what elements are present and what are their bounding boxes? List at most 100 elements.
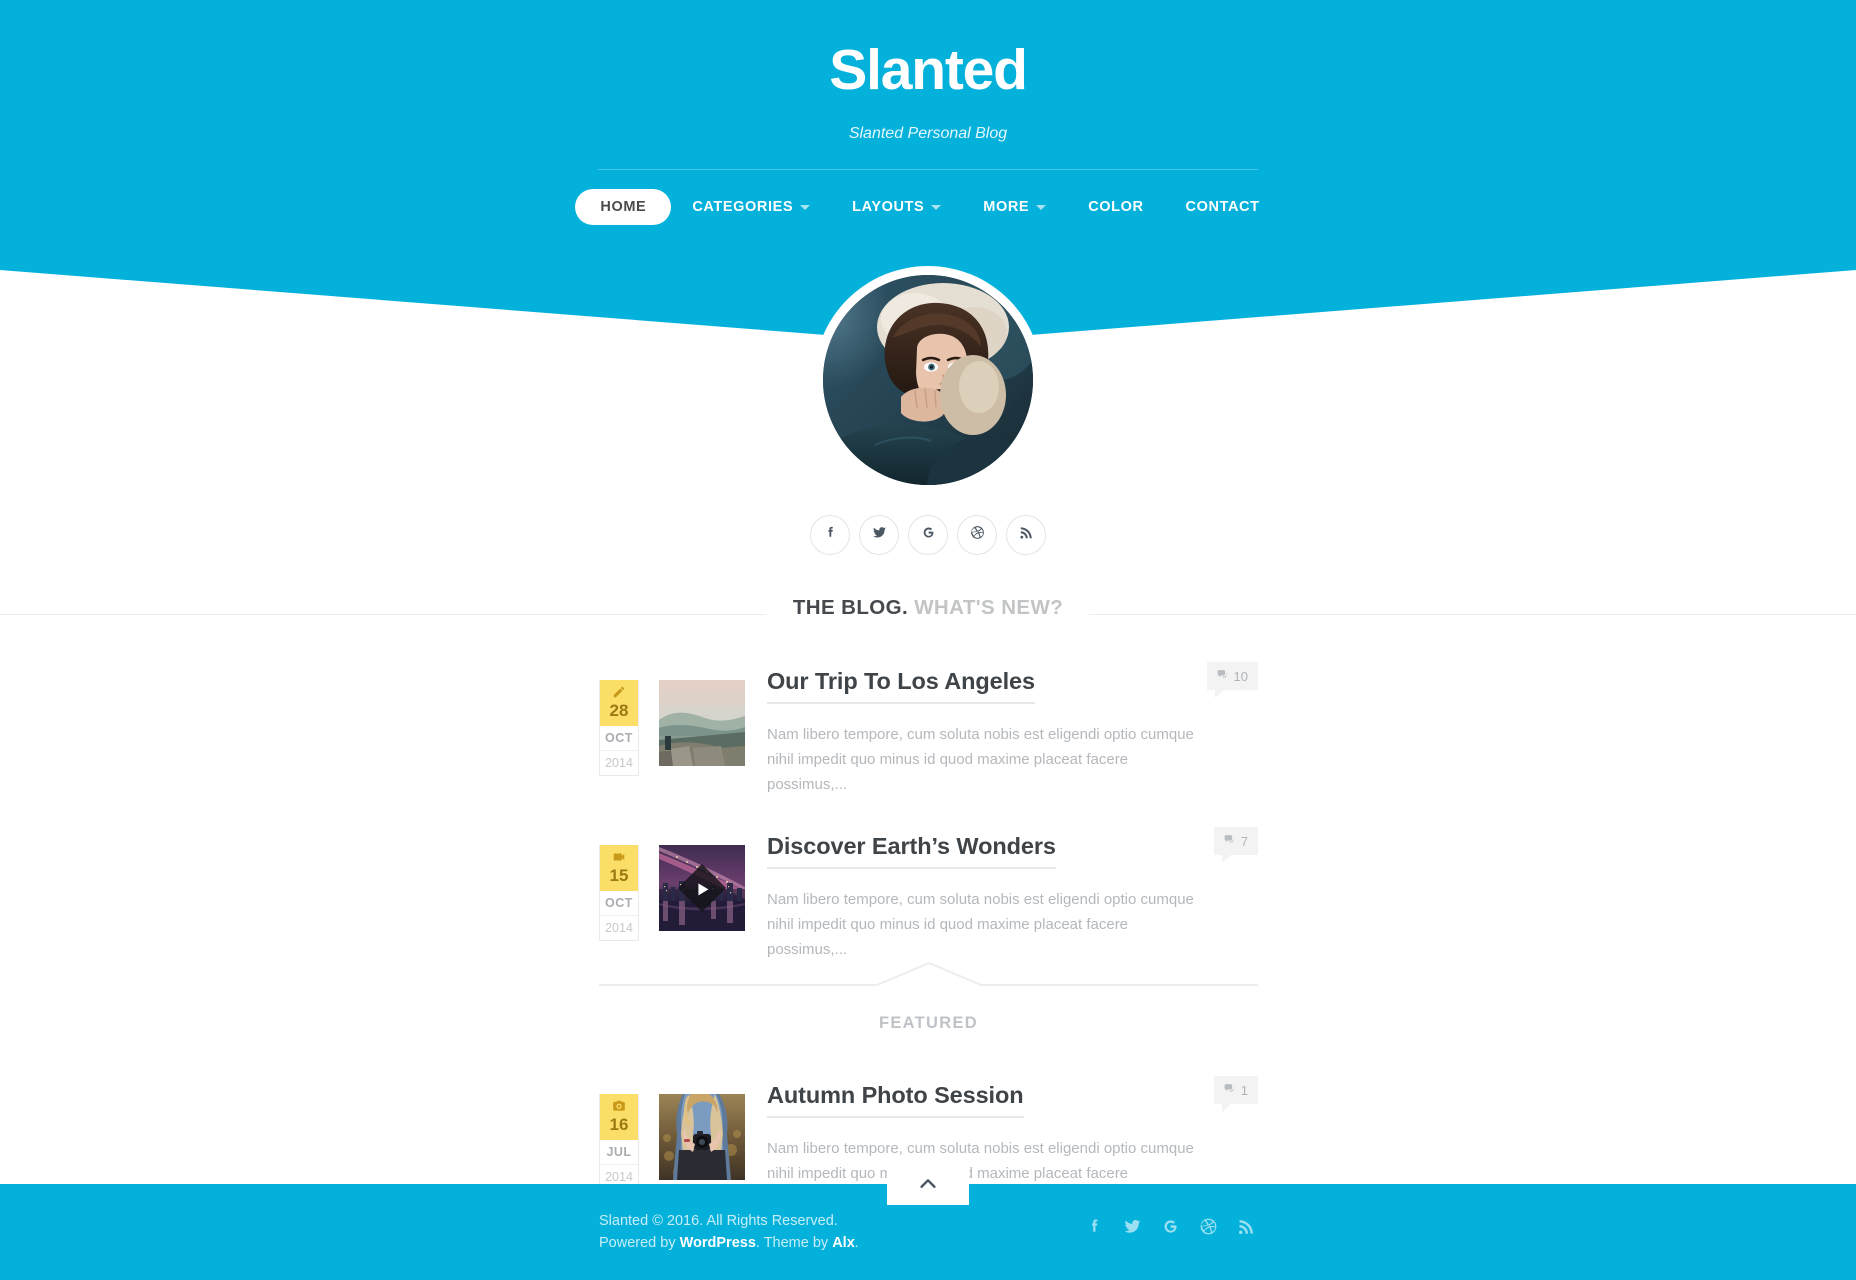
nav-divider	[598, 169, 1258, 170]
social-links	[0, 515, 1856, 555]
section-heading-strong: THE BLOG.	[792, 596, 909, 619]
social-link-google[interactable]	[908, 515, 948, 555]
footer-social-link-facebook[interactable]	[1084, 1216, 1105, 1237]
post-date-year: 2014	[605, 921, 633, 935]
footer-social-link-rss[interactable]	[1236, 1216, 1257, 1237]
post-title[interactable]: Discover Earth’s Wonders	[767, 833, 1056, 869]
footer-theme-suffix: .	[854, 1235, 859, 1251]
chevron-down-icon	[800, 204, 811, 210]
chevron-up-icon	[920, 1178, 936, 1188]
post-date-month: OCT	[600, 891, 638, 916]
post-comment-count[interactable]: 1	[1213, 1076, 1258, 1112]
post-date-badge: 28 OCT 2014	[599, 680, 639, 776]
wordpress-link[interactable]: WordPress	[680, 1235, 756, 1251]
nav-item-more[interactable]: MORE	[962, 189, 1067, 225]
avatar	[814, 266, 1042, 494]
post-date-year: 2014	[605, 756, 633, 770]
site-footer: Slanted © 2016. All Rights Reserved. Pow…	[0, 1162, 1856, 1280]
comment-count-value: 10	[1233, 668, 1248, 684]
post-list: 28 OCT 2014 Our Trip To Los Angeles Nam libe…	[599, 660, 1258, 1211]
post-title[interactable]: Our Trip To Los Angeles	[767, 668, 1035, 704]
featured-divider: FEATURED	[599, 962, 1258, 1074]
section-heading-muted: WHAT'S NEW?	[914, 596, 1064, 619]
post-excerpt: Nam libero tempore, cum soluta nobis est…	[767, 891, 1194, 958]
post-thumbnail[interactable]	[659, 845, 745, 931]
post-date-top: 15	[600, 845, 638, 891]
featured-rule-left	[599, 984, 877, 986]
footer-powered: Powered by WordPress. Theme by Alx.	[599, 1232, 859, 1254]
post-date-day: 16	[609, 1115, 629, 1134]
video-icon	[600, 850, 638, 864]
post-thumbnail[interactable]	[659, 680, 745, 766]
comment-count-value: 7	[1240, 833, 1248, 849]
featured-label: FEATURED	[878, 1014, 978, 1032]
facebook-icon	[822, 524, 839, 546]
chevron-down-icon	[931, 204, 942, 210]
camera-icon	[600, 1099, 638, 1113]
nav-item-label: CATEGORIES	[692, 199, 794, 215]
post-date-day: 15	[609, 866, 629, 885]
pencil-icon	[600, 685, 638, 699]
alx-link[interactable]: Alx	[832, 1235, 855, 1251]
nav-item-contact[interactable]: CONTACT	[1165, 189, 1281, 225]
post-comment-count[interactable]: 10	[1206, 662, 1258, 698]
comment-icon	[1216, 668, 1229, 684]
post-thumbnail[interactable]	[659, 1094, 745, 1180]
chevron-down-icon	[1036, 204, 1047, 210]
social-link-rss[interactable]	[1006, 515, 1046, 555]
back-to-top-button[interactable]	[887, 1162, 969, 1205]
post-date-badge: 16 JUL 2014	[599, 1094, 639, 1190]
nav-item-home[interactable]: HOME	[575, 189, 672, 225]
social-link-dribbble[interactable]	[957, 515, 997, 555]
post-date-month: JUL	[600, 1140, 638, 1165]
rss-icon	[1236, 1220, 1257, 1241]
avatar-image	[823, 275, 1033, 485]
twitter-icon	[871, 524, 888, 546]
social-link-twitter[interactable]	[859, 515, 899, 555]
footer-theme-prefix: . Theme by	[755, 1235, 833, 1251]
featured-notch-icon	[876, 962, 981, 986]
nav-item-label: CONTACT	[1185, 199, 1260, 215]
post-item: 15 OCT 2014 Discover Earth’s Wonders Nam lib…	[599, 825, 1258, 962]
nav-item-label: MORE	[983, 199, 1030, 215]
post-date-top: 28	[600, 680, 638, 726]
main-navigation: HOME CATEGORIES LAYOUTS MORE COLOR CONTACT	[0, 189, 1856, 225]
post-body: Discover Earth’s Wonders Nam libero tempo…	[767, 825, 1258, 962]
twitter-icon	[1122, 1219, 1143, 1241]
post-excerpt: Nam libero tempore, cum soluta nobis est…	[767, 726, 1194, 793]
nav-item-label: LAYOUTS	[852, 199, 925, 215]
footer-social-link-dribbble[interactable]	[1198, 1216, 1219, 1237]
footer-social-link-google[interactable]	[1160, 1216, 1181, 1237]
post-item: 28 OCT 2014 Our Trip To Los Angeles Nam libe…	[599, 660, 1258, 797]
social-link-facebook[interactable]	[810, 515, 850, 555]
comment-icon	[1223, 833, 1236, 849]
post-date-top: 16	[600, 1094, 638, 1140]
post-body: Our Trip To Los Angeles Nam libero tempor…	[767, 660, 1258, 797]
rss-icon	[1018, 524, 1035, 546]
featured-rule-right	[980, 984, 1258, 986]
footer-social-link-twitter[interactable]	[1122, 1216, 1143, 1237]
footer-social-links	[1084, 1216, 1257, 1237]
post-title[interactable]: Autumn Photo Session	[767, 1082, 1024, 1118]
post-date-month: OCT	[600, 726, 638, 751]
google-icon	[920, 524, 937, 546]
nav-item-categories[interactable]: CATEGORIES	[671, 189, 831, 225]
dribbble-icon	[1198, 1218, 1219, 1241]
dribbble-icon	[969, 524, 986, 546]
footer-copyright: Slanted © 2016. All Rights Reserved.	[599, 1213, 838, 1229]
post-date-badge: 15 OCT 2014	[599, 845, 639, 941]
post-date-day: 28	[609, 701, 629, 720]
section-heading: THE BLOG. WHAT'S NEW?	[766, 596, 1090, 620]
facebook-icon	[1084, 1219, 1105, 1241]
comment-icon	[1223, 1082, 1236, 1098]
site-tagline: Slanted Personal Blog	[848, 125, 1008, 142]
google-icon	[1160, 1220, 1181, 1241]
nav-item-label: HOME	[600, 199, 647, 215]
page-root: Slanted Slanted Personal Blog HOME CATEGO…	[0, 0, 1856, 1280]
post-comment-count[interactable]: 7	[1213, 827, 1258, 863]
site-title: Slanted	[829, 38, 1028, 102]
nav-item-layouts[interactable]: LAYOUTS	[831, 189, 962, 225]
footer-credits: Slanted © 2016. All Rights Reserved. Pow…	[599, 1210, 859, 1254]
nav-item-label: COLOR	[1088, 199, 1144, 215]
nav-item-color[interactable]: COLOR	[1067, 189, 1164, 225]
